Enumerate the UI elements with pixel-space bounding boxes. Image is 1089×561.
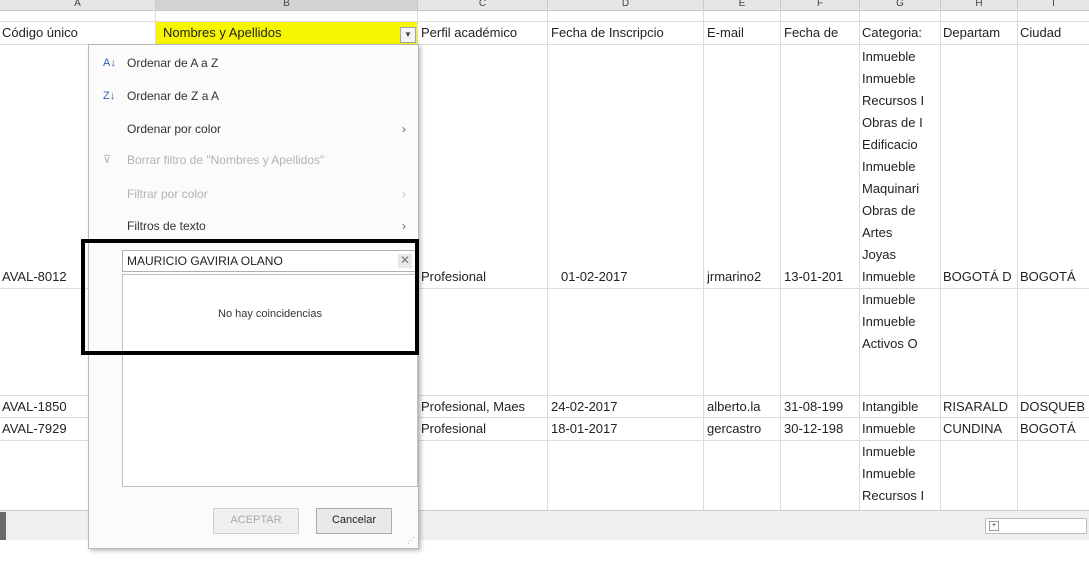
ciudad-cell[interactable]: DOSQUEB xyxy=(1020,396,1089,418)
gridline xyxy=(859,10,860,510)
sort-z-a-label: Ordenar de Z a A xyxy=(127,89,220,103)
sort-descending-icon: Z↓ xyxy=(103,90,116,102)
text-filters-label: Filtros de texto xyxy=(127,219,206,233)
departamento-cell[interactable]: RISARALD xyxy=(943,396,1017,418)
clear-filter-item[interactable]: ⊽ Borrar filtro de "Nombres y Apellidos" xyxy=(89,147,418,173)
window-edge xyxy=(0,512,6,540)
fecha-nac-cell[interactable]: 30-12-198 xyxy=(784,418,858,440)
categoria-cell[interactable]: Obras de xyxy=(862,200,940,222)
chevron-right-icon: › xyxy=(402,122,406,136)
clear-filter-label: Borrar filtro de "Nombres y Apellidos" xyxy=(127,153,325,167)
filter-dropdown-button[interactable]: ▼ xyxy=(400,27,416,43)
ok-button[interactable]: ACEPTAR xyxy=(213,508,299,534)
categoria-cell[interactable]: Artes xyxy=(862,222,940,244)
departamento-cell[interactable]: BOGOTÁ D xyxy=(943,266,1017,288)
header-ciudad[interactable]: Ciudad xyxy=(1020,22,1089,44)
column-header-e[interactable]: E xyxy=(704,0,781,11)
header-perfil[interactable]: Perfil académico xyxy=(421,22,546,44)
chevron-right-icon: › xyxy=(402,219,406,233)
callout-highlight-box xyxy=(81,239,419,355)
fecha-cell[interactable]: 18-01-2017 xyxy=(551,418,702,440)
categoria-cell[interactable]: Edificacio xyxy=(862,134,940,156)
column-header-a[interactable]: A xyxy=(0,0,156,11)
sort-ascending-icon: A↓ xyxy=(103,57,116,69)
clear-filter-icon: ⊽ xyxy=(103,154,112,166)
header-fecha-nac[interactable]: Fecha de xyxy=(784,22,858,44)
perfil-cell[interactable]: Profesional xyxy=(421,418,546,440)
gridline xyxy=(703,10,704,510)
sort-by-color-item[interactable]: Ordenar por color › xyxy=(89,116,418,142)
column-header-i[interactable]: I xyxy=(1018,0,1089,11)
fecha-nac-cell[interactable]: 13-01-201 xyxy=(784,266,858,288)
gridline xyxy=(940,10,941,510)
categoria-cell[interactable]: Inmueble xyxy=(862,441,940,463)
perfil-cell[interactable]: Profesional xyxy=(421,266,546,288)
column-header-g[interactable]: G xyxy=(860,0,941,11)
horizontal-scrollbar[interactable]: + xyxy=(985,518,1087,534)
column-header-h[interactable]: H xyxy=(941,0,1018,11)
column-header-c[interactable]: C xyxy=(418,0,548,11)
header-codigo[interactable]: Código único xyxy=(2,22,154,44)
categoria-cell[interactable]: Inmueble xyxy=(862,418,940,440)
categoria-cell[interactable]: Maquinari xyxy=(862,178,940,200)
resize-grip-icon[interactable]: ⋰ xyxy=(407,536,415,545)
column-header-f[interactable]: F xyxy=(781,0,860,11)
column-header-d[interactable]: D xyxy=(548,0,704,11)
sort-a-z-label: Ordenar de A a Z xyxy=(127,56,219,70)
chevron-right-icon: › xyxy=(402,187,406,201)
email-cell[interactable]: jrmarino2 xyxy=(707,266,779,288)
categoria-cell[interactable]: Inmueble xyxy=(862,68,940,90)
header-email[interactable]: E-mail xyxy=(707,22,779,44)
gridline xyxy=(547,10,548,510)
categoria-cell[interactable]: Intangible xyxy=(862,396,940,418)
departamento-cell[interactable]: CUNDINA xyxy=(943,418,1017,440)
fecha-cell[interactable]: 24-02-2017 xyxy=(551,396,702,418)
email-cell[interactable]: alberto.la xyxy=(707,396,779,418)
categoria-cell[interactable]: Inmueble xyxy=(862,46,940,68)
header-fecha-inscripcion[interactable]: Fecha de Inscripcio xyxy=(551,22,702,44)
categoria-cell[interactable]: Recursos I xyxy=(862,90,940,112)
categoria-cell[interactable]: Inmueble xyxy=(862,289,940,311)
header-departamento[interactable]: Departam xyxy=(943,22,1017,44)
categoria-cell[interactable]: Activos O xyxy=(862,333,940,355)
column-header-b[interactable]: B xyxy=(156,0,418,11)
email-cell[interactable]: gercastro xyxy=(707,418,779,440)
categoria-cell[interactable]: Inmueble xyxy=(862,463,940,485)
gridline xyxy=(780,10,781,510)
header-categoria[interactable]: Categoria: xyxy=(862,22,940,44)
sort-by-color-label: Ordenar por color xyxy=(127,122,222,136)
categoria-cell[interactable]: Joyas xyxy=(862,244,940,266)
ciudad-cell[interactable]: BOGOTÁ xyxy=(1020,418,1089,440)
gridline xyxy=(1017,10,1018,510)
categoria-cell[interactable]: Inmueble xyxy=(862,266,940,288)
categoria-cell[interactable]: Obras de I xyxy=(862,112,940,134)
filter-by-color-item[interactable]: Filtrar por color › xyxy=(89,181,418,207)
fecha-cell[interactable]: 01-02-2017 xyxy=(561,266,702,288)
header-nombres[interactable]: Nombres y Apellidos xyxy=(163,22,393,44)
text-filters-item[interactable]: Filtros de texto › xyxy=(89,213,418,239)
sort-a-z-item[interactable]: A↓ Ordenar de A a Z xyxy=(89,50,418,76)
fecha-nac-cell[interactable]: 31-08-199 xyxy=(784,396,858,418)
scroll-thumb-icon[interactable]: + xyxy=(989,521,999,531)
categoria-cell[interactable]: Inmueble xyxy=(862,156,940,178)
cancel-button[interactable]: Cancelar xyxy=(316,508,392,534)
categoria-cell[interactable]: Inmueble xyxy=(862,311,940,333)
categoria-cell[interactable]: Recursos I xyxy=(862,485,940,507)
ciudad-cell[interactable]: BOGOTÁ xyxy=(1020,266,1089,288)
sort-z-a-item[interactable]: Z↓ Ordenar de Z a A xyxy=(89,83,418,109)
perfil-cell[interactable]: Profesional, Maes xyxy=(421,396,546,418)
filter-by-color-label: Filtrar por color xyxy=(127,187,208,201)
